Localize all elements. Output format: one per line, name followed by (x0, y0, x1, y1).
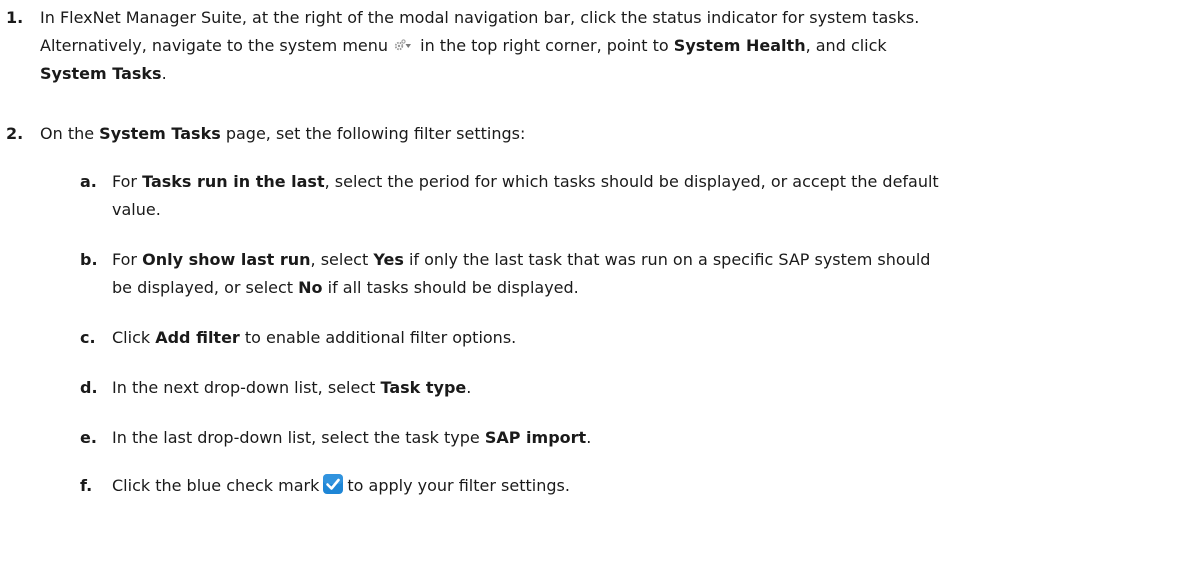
substep-f: f. Click the blue check mark to apply you… (80, 472, 1180, 506)
document: 1. In FlexNet Manager Suite, at the righ… (0, 0, 1186, 565)
step-2-text: On the System Tasks page, set the follow… (40, 124, 526, 143)
substep-b: b. For Only show last run, select Yes if… (80, 250, 931, 297)
step-number: 1. (6, 8, 24, 27)
substep-a: a. For Tasks run in the last, select the… (80, 172, 939, 219)
step-number: 2. (6, 124, 24, 143)
substep-c: c. Click Add filter to enable additional… (80, 328, 517, 347)
step-1-text: In FlexNet Manager Suite, at the right o… (40, 4, 1176, 88)
substep-e: e. In the last drop-down list, select th… (80, 428, 592, 447)
blue-check-icon (322, 473, 344, 495)
step-1-line-1: In FlexNet Manager Suite, at the right o… (40, 8, 920, 27)
gear-dropdown-icon (394, 38, 412, 52)
step-2: 2. On the System Tasks page, set the fol… (0, 120, 1180, 565)
substep-d: d. In the next drop-down list, select Ta… (80, 378, 472, 397)
step-1: 1. In FlexNet Manager Suite, at the righ… (0, 4, 1180, 114)
step-1-line-2: Alternatively, navigate to the system me… (40, 36, 887, 55)
step-1-line-3: System Tasks. (40, 64, 167, 83)
